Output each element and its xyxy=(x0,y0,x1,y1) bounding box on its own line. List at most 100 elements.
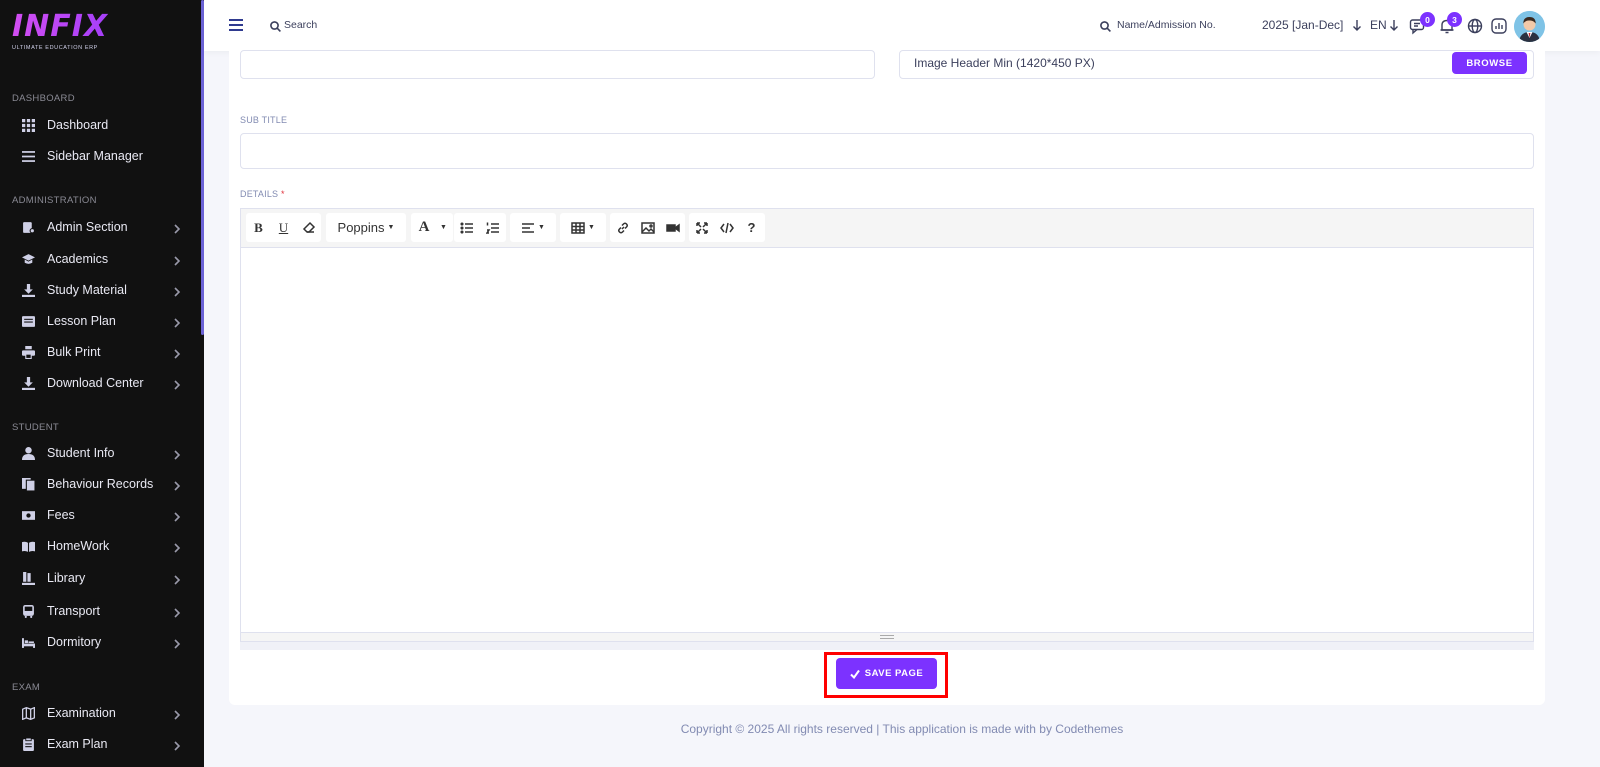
sidebar-item-label: Admin Section xyxy=(47,220,128,234)
sidebar: INFIX ULTIMATE EDUCATION ERP DASHBOARD D… xyxy=(0,0,204,767)
underline-icon[interactable]: U xyxy=(271,213,296,242)
arrow-down-icon[interactable] xyxy=(1389,18,1399,31)
sidebar-item-label: Transport xyxy=(47,604,101,618)
align-left-icon xyxy=(521,213,535,242)
editor-resize-handle[interactable] xyxy=(241,632,1533,641)
image-header-placeholder: Image Header Min (1420*450 PX) xyxy=(914,56,1095,70)
arrow-down-icon[interactable] xyxy=(1352,18,1362,31)
sidebar-item-academics[interactable]: Academics xyxy=(0,246,200,272)
sidebar-item-download-center[interactable]: Download Center xyxy=(0,370,200,396)
caret-down-icon: ▼ xyxy=(387,224,395,231)
money-icon xyxy=(21,508,35,522)
sidebar-item-sidebar-manager[interactable]: Sidebar Manager xyxy=(0,143,200,169)
admin-icon xyxy=(21,220,35,234)
sidebar-item-exam-plan[interactable]: Exam Plan xyxy=(0,731,200,757)
code-view-icon[interactable] xyxy=(714,213,739,242)
sidebar-item-transport[interactable]: Transport xyxy=(0,598,200,624)
language-select[interactable]: EN xyxy=(1370,18,1387,32)
save-page-button[interactable]: SAVE PAGE xyxy=(836,658,937,689)
sidebar-item-student-info[interactable]: Student Info xyxy=(0,440,200,466)
font-family-select[interactable]: Poppins ▼ xyxy=(326,213,406,242)
sidebar-item-label: Library xyxy=(47,571,86,585)
grid-icon xyxy=(21,118,35,132)
chevron-right-icon xyxy=(172,707,184,720)
fullscreen-icon[interactable] xyxy=(689,213,714,242)
chevron-right-icon xyxy=(172,478,184,491)
sidebar-item-label: Behaviour Records xyxy=(47,477,154,491)
sidebar-item-label: Download Center xyxy=(47,376,144,390)
section-label-student: STUDENT xyxy=(12,422,59,433)
bullet-list-icon[interactable] xyxy=(454,213,480,242)
sidebar-item-label: Student Info xyxy=(47,446,115,460)
font-color-icon[interactable]: A xyxy=(411,213,437,242)
avatar[interactable] xyxy=(1514,11,1545,42)
academic-year-select[interactable]: 2025 [Jan-Dec] xyxy=(1262,18,1343,32)
eraser-icon[interactable] xyxy=(296,213,321,242)
sidebar-item-fees[interactable]: Fees xyxy=(0,502,200,528)
sidebar-item-homework[interactable]: HomeWork xyxy=(0,533,200,559)
sidebar-item-bulk-print[interactable]: Bulk Print xyxy=(0,339,200,365)
chat-badge: 0 xyxy=(1420,12,1435,27)
search-icon xyxy=(1100,19,1111,32)
globe-icon[interactable] xyxy=(1466,17,1484,35)
chevron-right-icon xyxy=(172,540,184,553)
video-icon[interactable] xyxy=(660,213,685,242)
admission-search-input[interactable]: Name/Admission No. xyxy=(1117,19,1216,31)
chevron-right-icon xyxy=(172,605,184,618)
font-color-group[interactable]: A ▼ xyxy=(411,213,453,242)
image-icon[interactable] xyxy=(635,213,660,242)
sidebar-item-label: HomeWork xyxy=(47,539,110,553)
title-input[interactable] xyxy=(240,50,875,79)
chevron-right-icon xyxy=(172,346,184,359)
search-input[interactable]: Search xyxy=(284,19,317,31)
bold-icon[interactable]: B xyxy=(246,213,271,242)
chevron-right-icon xyxy=(172,447,184,460)
sidebar-item-label: Academics xyxy=(47,252,109,266)
list-icon xyxy=(21,149,35,163)
sidebar-item-label: Lesson Plan xyxy=(47,314,116,328)
link-icon[interactable] xyxy=(610,213,635,242)
save-page-label: SAVE PAGE xyxy=(864,668,924,679)
sidebar-item-admin-section[interactable]: Admin Section xyxy=(0,214,200,240)
sidebar-item-examination[interactable]: Examination xyxy=(0,700,200,726)
graduation-cap-icon xyxy=(21,252,35,266)
logo-subtitle: ULTIMATE EDUCATION ERP xyxy=(12,45,98,51)
sub-title-label: SUB TITLE xyxy=(240,115,288,125)
numbered-list-icon[interactable] xyxy=(480,213,506,242)
sidebar-item-label: Exam Plan xyxy=(47,737,108,751)
reports-icon[interactable] xyxy=(1490,17,1508,35)
sidebar-item-behaviour-records[interactable]: Behaviour Records xyxy=(0,471,200,497)
sidebar-item-library[interactable]: Library xyxy=(0,565,200,591)
sidebar-item-label: Sidebar Manager xyxy=(47,149,143,163)
chevron-right-icon xyxy=(172,572,184,585)
sub-title-input[interactable] xyxy=(240,133,1534,169)
sidebar-item-label: Examination xyxy=(47,706,116,720)
browse-button[interactable]: BROWSE xyxy=(1452,52,1527,74)
section-label-administration: ADMINISTRATION xyxy=(12,195,97,206)
sidebar-item-lesson-plan[interactable]: Lesson Plan xyxy=(0,308,200,334)
sidebar-item-study-material[interactable]: Study Material xyxy=(0,277,200,303)
sidebar-item-label: Dormitory xyxy=(47,635,102,649)
section-label-dashboard: DASHBOARD xyxy=(12,93,75,104)
page-form-card: Image Header Min (1420*450 PX) BROWSE SU… xyxy=(229,50,1545,705)
menu-toggle-icon[interactable] xyxy=(228,17,244,33)
paragraph-align-select[interactable]: ▼ xyxy=(510,213,556,242)
download-icon xyxy=(21,283,35,297)
insert-group xyxy=(610,213,685,242)
chevron-right-icon xyxy=(172,253,184,266)
caret-down-icon[interactable]: ▼ xyxy=(440,224,447,231)
table-select[interactable]: ▼ xyxy=(560,213,606,242)
help-icon[interactable]: ? xyxy=(739,213,764,242)
library-icon xyxy=(21,571,35,585)
logo[interactable]: INFIX ULTIMATE EDUCATION ERP xyxy=(12,12,192,56)
chevron-right-icon xyxy=(172,509,184,522)
details-label-text: DETAILS xyxy=(240,189,279,199)
editor-content-area[interactable] xyxy=(241,248,1533,634)
bus-icon xyxy=(21,604,35,618)
sidebar-item-dormitory[interactable]: Dormitory xyxy=(0,629,200,655)
list-group xyxy=(454,213,506,242)
chevron-right-icon xyxy=(172,284,184,297)
image-header-file-input[interactable]: Image Header Min (1420*450 PX) BROWSE xyxy=(899,50,1534,79)
section-label-exam: EXAM xyxy=(12,682,41,693)
sidebar-item-dashboard[interactable]: Dashboard xyxy=(0,112,200,138)
